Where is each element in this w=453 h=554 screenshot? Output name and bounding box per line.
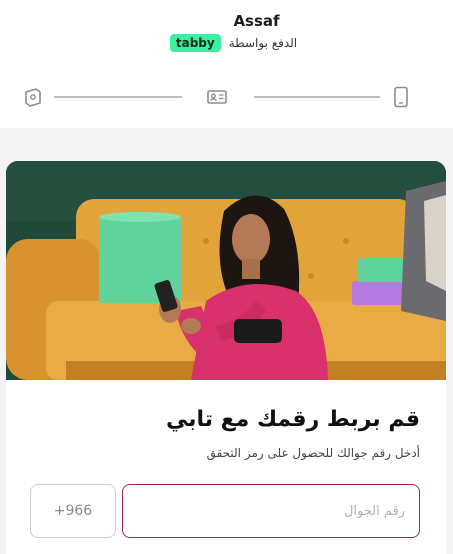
merchant-name: Assaf <box>233 12 280 30</box>
hero-image <box>6 161 446 380</box>
country-code-field[interactable]: +966 <box>30 484 116 538</box>
phone-number-field[interactable] <box>122 484 420 538</box>
phone-verification-card: قم بربط رقمك مع تابي أدخل رقم جوالك للحص… <box>6 161 446 554</box>
id-card-icon <box>25 88 41 107</box>
step-connector-2 <box>254 96 380 98</box>
verification-title: قم بربط رقمك مع تابي <box>165 407 420 432</box>
pay-via-label: الدفع بواسطة <box>228 36 298 50</box>
tabby-logo: tabby <box>169 34 221 52</box>
phone-icon <box>394 86 408 108</box>
checkout-header: Assaf tabby الدفع بواسطة <box>0 0 453 128</box>
contact-card-icon <box>207 90 227 104</box>
phone-number-input[interactable] <box>123 485 419 537</box>
pay-via-row: tabby الدفع بواسطة <box>0 34 453 52</box>
step-connector-1 <box>54 96 182 98</box>
progress-steps <box>22 86 413 108</box>
verification-subtitle: أدخل رقم جوالك للحصول على رمز التحقق <box>206 446 420 460</box>
